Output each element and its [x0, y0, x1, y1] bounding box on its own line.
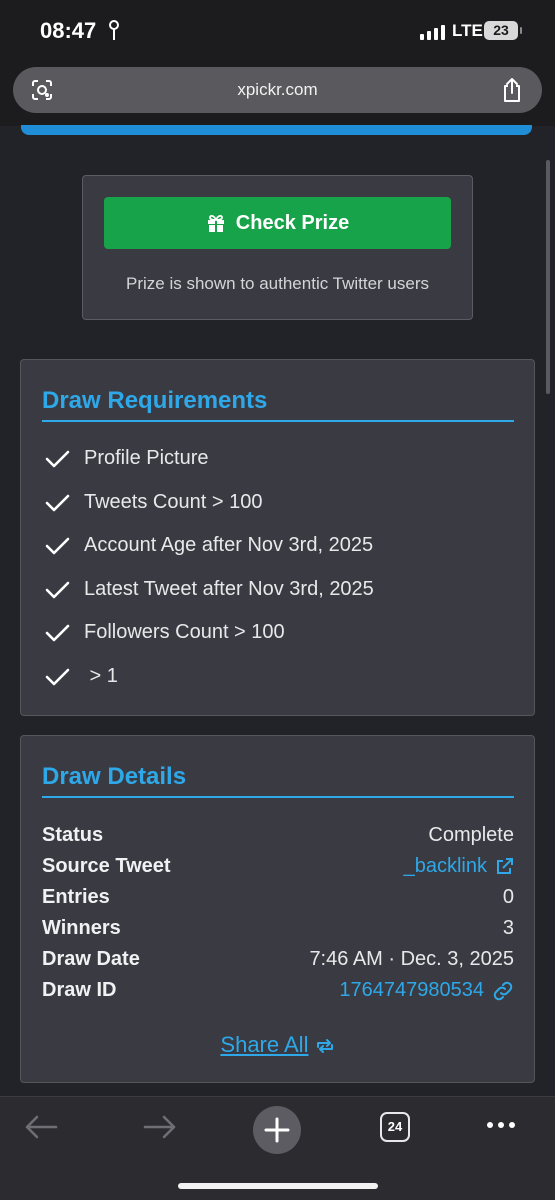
requirements-card: Draw Requirements Profile Picture Tweets…: [20, 359, 535, 716]
detail-label: Draw Date: [42, 948, 140, 970]
requirement-label: Tweets Count > 100: [84, 491, 263, 513]
requirement-label: > 1: [84, 665, 118, 687]
requirement-item: Latest Tweet after Nov 3rd, 2025: [45, 578, 374, 601]
detail-label: Winners: [42, 917, 121, 939]
winners-value: 3: [502, 917, 514, 939]
browser-toolbar: xpickr.com: [0, 62, 555, 126]
status-bar: 08:47 LTE 23: [0, 0, 555, 62]
detail-label: Status: [42, 824, 104, 846]
check-icon: [45, 537, 70, 554]
draw-id-link[interactable]: 1764747980534: [339, 979, 514, 1002]
signal-icon: [420, 24, 445, 40]
share-all-label[interactable]: Share All: [220, 1032, 308, 1057]
details-title: Draw Details: [42, 763, 187, 790]
forward-arrow-icon[interactable]: [143, 1115, 177, 1139]
home-indicator[interactable]: [178, 1183, 378, 1189]
detail-label: Source Tweet: [42, 855, 171, 877]
check-prize-button[interactable]: Check Prize: [104, 197, 451, 249]
check-icon: [45, 581, 70, 598]
check-icon: [45, 624, 70, 641]
prize-panel: Check Prize Prize is shown to authentic …: [82, 175, 473, 320]
check-icon: [45, 494, 70, 511]
detail-value: Complete: [428, 824, 514, 847]
entries-value: 0: [502, 886, 514, 908]
tabs-button[interactable]: 24: [380, 1112, 410, 1142]
detail-row-status: Status Complete: [42, 824, 514, 852]
requirements-title: Draw Requirements: [42, 387, 268, 414]
banner-strip: [21, 125, 532, 135]
requirement-item: Profile Picture: [45, 447, 209, 470]
location-arrow-icon: [109, 20, 119, 40]
detail-row-entries: Entries 0: [42, 886, 514, 914]
detail-row-draw-id: Draw ID 1764747980534: [42, 979, 514, 1007]
url-text[interactable]: xpickr.com: [13, 80, 542, 100]
new-tab-button[interactable]: [253, 1106, 301, 1154]
requirement-item: Account Age after Nov 3rd, 2025: [45, 534, 373, 557]
requirement-item: > 1: [45, 665, 118, 688]
details-divider: [42, 796, 514, 798]
draw-id-value[interactable]: 1764747980534: [339, 979, 484, 1002]
source-tweet-link[interactable]: _backlink: [404, 855, 514, 878]
browser-bottom-bar: 24: [0, 1096, 555, 1200]
scrollbar[interactable]: [546, 160, 550, 394]
requirement-label: Profile Picture: [84, 447, 209, 469]
back-arrow-icon[interactable]: [24, 1115, 58, 1139]
requirement-item: Followers Count > 100: [45, 621, 285, 644]
prize-note: Prize is shown to authentic Twitter user…: [126, 274, 429, 293]
status-value: Complete: [428, 824, 514, 846]
address-bar[interactable]: xpickr.com: [13, 67, 542, 113]
battery-icon: 23: [484, 21, 522, 40]
link-icon[interactable]: [492, 981, 514, 1001]
requirement-label: Followers Count > 100: [84, 621, 285, 643]
more-icon[interactable]: [487, 1122, 515, 1128]
share-icon[interactable]: [500, 77, 524, 103]
draw-date-value: 7:46 AM · Dec. 3, 2025: [309, 948, 514, 970]
detail-row-source-tweet: Source Tweet _backlink: [42, 855, 514, 883]
check-prize-label: Check Prize: [235, 211, 350, 234]
gift-icon: [207, 214, 224, 232]
detail-label: Entries: [42, 886, 110, 908]
repeat-icon[interactable]: [315, 1038, 335, 1054]
source-tweet-text[interactable]: _backlink: [404, 855, 487, 878]
requirement-label: Account Age after Nov 3rd, 2025: [84, 534, 374, 556]
check-icon: [45, 450, 70, 467]
details-card: Draw Details Status Complete Source Twee…: [20, 735, 535, 1083]
requirement-item: Tweets Count > 100: [45, 491, 262, 514]
requirement-label: Latest Tweet after Nov 3rd, 2025: [84, 578, 374, 600]
check-icon: [45, 668, 70, 685]
detail-row-winners: Winners 3: [42, 917, 514, 945]
plus-icon: [264, 1117, 290, 1143]
share-all-link[interactable]: Share All: [21, 1032, 534, 1058]
clock: 08:47: [40, 18, 97, 43]
network-type: LTE: [452, 21, 483, 40]
detail-label: Draw ID: [42, 979, 117, 1001]
external-link-icon[interactable]: [495, 857, 514, 876]
detail-row-draw-date: Draw Date 7:46 AM · Dec. 3, 2025: [42, 948, 514, 976]
requirements-divider: [42, 420, 514, 422]
